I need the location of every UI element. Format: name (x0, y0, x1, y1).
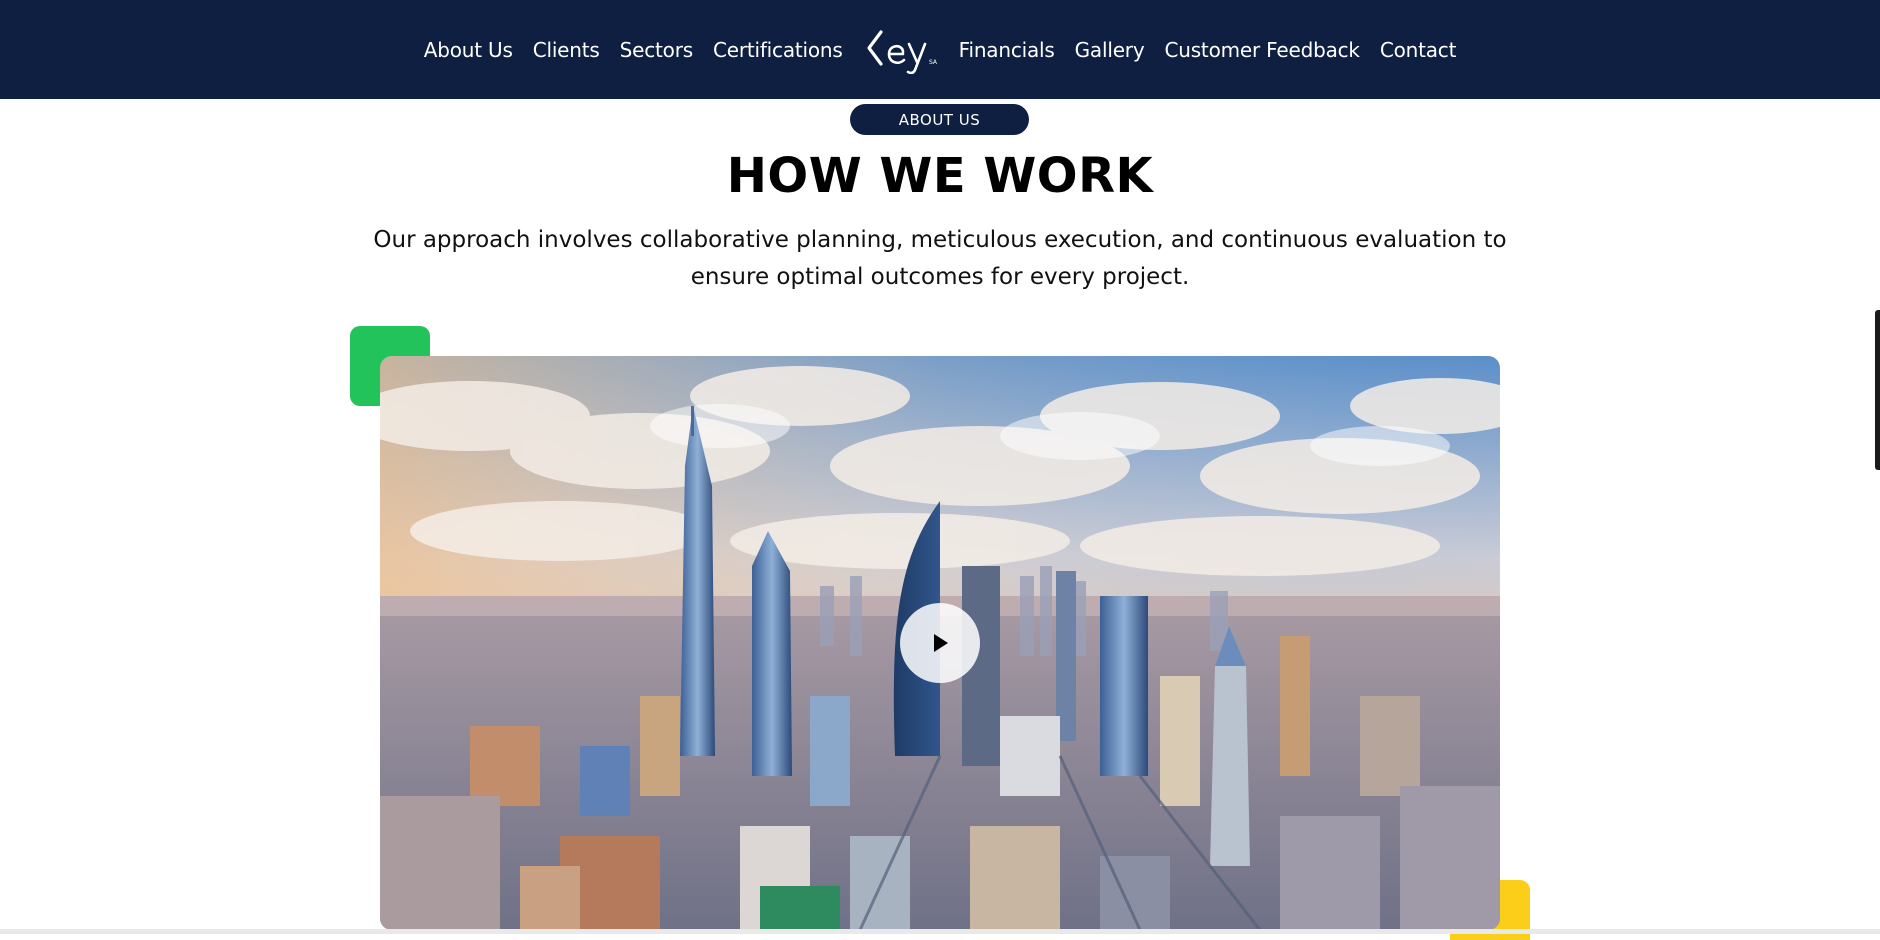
section-badge: ABOUT US (850, 104, 1029, 135)
nav-link-certifications[interactable]: Certifications (703, 38, 853, 62)
nav-link-about-us[interactable]: About Us (414, 38, 523, 62)
top-navigation: About Us Clients Sectors Certifications … (0, 0, 1880, 99)
nav-link-clients[interactable]: Clients (523, 38, 610, 62)
key-logo-mark: SA (867, 29, 937, 74)
nav-right: Financials Gallery Customer Feedback Con… (949, 38, 1467, 62)
nav-left: About Us Clients Sectors Certifications (414, 38, 853, 62)
key-logo[interactable]: SA (865, 26, 937, 74)
nav-link-sectors[interactable]: Sectors (610, 38, 703, 62)
nav-link-customer-feedback[interactable]: Customer Feedback (1154, 38, 1369, 62)
nav-link-gallery[interactable]: Gallery (1065, 38, 1155, 62)
bottom-divider (0, 929, 1880, 934)
section-description: Our approach involves collaborative plan… (373, 227, 1507, 290)
nav-link-contact[interactable]: Contact (1370, 38, 1466, 62)
nav-link-financials[interactable]: Financials (949, 38, 1065, 62)
play-icon (934, 634, 948, 652)
play-button[interactable] (900, 603, 980, 683)
video-thumbnail[interactable] (380, 356, 1500, 930)
svg-text:SA: SA (929, 59, 937, 66)
side-scroll-handle[interactable] (1875, 310, 1880, 470)
section-title: HOW WE WORK (726, 148, 1154, 204)
